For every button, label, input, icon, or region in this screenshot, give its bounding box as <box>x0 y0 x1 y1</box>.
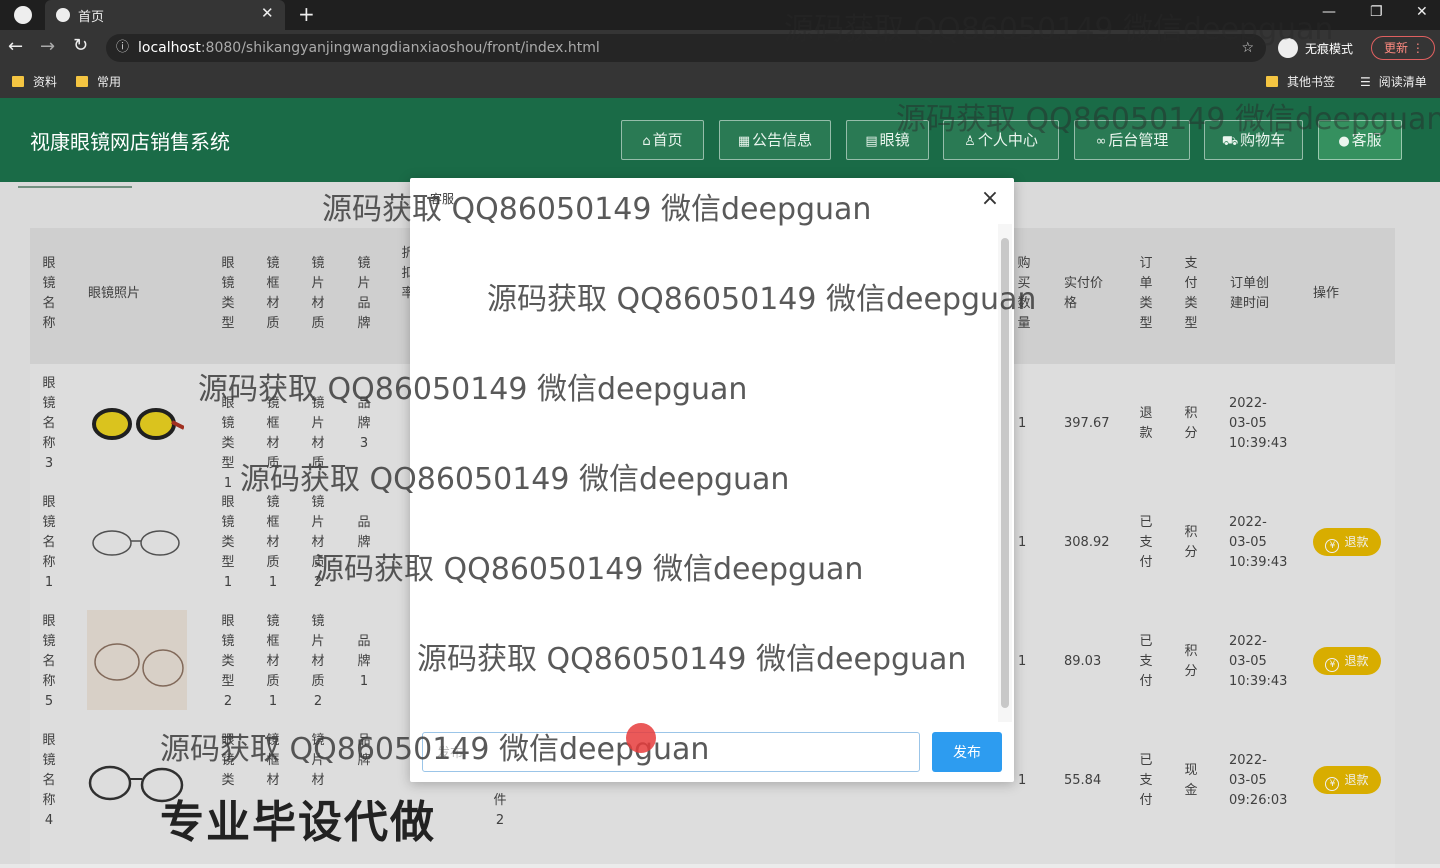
watermark-big-text: 专业毕设代做 <box>160 797 436 848</box>
apps-icon: ▤ <box>865 134 878 149</box>
watermark-text: 源码获取 QQ86050149 微信deepguan <box>896 102 1440 137</box>
other-bookmarks-label: 其他书签 <box>1287 75 1336 89</box>
back-icon[interactable]: ← <box>8 36 23 57</box>
site-info-icon[interactable]: ⓘ <box>116 34 129 62</box>
restore-icon[interactable]: ❐ <box>1370 4 1383 20</box>
reload-icon[interactable]: ↻ <box>73 35 88 56</box>
folder-icon <box>12 76 24 87</box>
watermark-text: 源码获取 QQ86050149 微信deepguan <box>314 552 864 587</box>
url-path: :8080/shikangyanjingwangdianxiaoshou/fro… <box>200 40 600 56</box>
mouse-cursor-indicator <box>626 723 656 753</box>
home-icon: ⌂ <box>642 134 651 149</box>
window-close-icon[interactable]: ✕ <box>1416 4 1428 20</box>
browser-tab[interactable]: 首页 ✕ <box>45 0 285 30</box>
browser-menu-icon[interactable] <box>14 6 32 24</box>
close-icon[interactable]: × <box>978 188 1002 212</box>
bookmark-label: 常用 <box>97 75 122 89</box>
watermark-text: 源码获取 QQ86050149 微信deepguan <box>322 192 872 227</box>
site-title: 视康眼镜网店销售系统 <box>30 130 230 154</box>
nav-home[interactable]: ⌂ 首页 <box>621 120 704 160</box>
folder-icon <box>76 76 88 87</box>
update-button[interactable]: 更新 ⋮ <box>1371 36 1435 60</box>
send-button[interactable]: 发布 <box>932 732 1002 772</box>
tab-close-icon[interactable]: ✕ <box>261 4 274 22</box>
watermark-text: 源码获取 QQ86050149 微信deepguan <box>487 282 1037 317</box>
forward-icon[interactable]: → <box>40 36 55 57</box>
reading-list-label: 阅读清单 <box>1378 75 1427 89</box>
update-label: 更新 <box>1384 41 1409 55</box>
url-host: localhost <box>138 40 201 56</box>
other-bookmarks[interactable]: 其他书签 <box>1266 74 1335 90</box>
nav-notice[interactable]: ▦ 公告信息 <box>719 120 831 160</box>
reading-list[interactable]: ☰ 阅读清单 <box>1360 74 1427 90</box>
bookmark-label: 资料 <box>33 75 58 89</box>
watermark-text: 源码获取 QQ86050149 微信deepguan <box>417 642 967 677</box>
new-tab-icon[interactable]: + <box>298 2 315 26</box>
folder-icon <box>1266 76 1278 87</box>
nav-label: 首页 <box>652 131 683 149</box>
grid-icon: ▦ <box>737 134 751 149</box>
reading-list-icon: ☰ <box>1360 75 1371 89</box>
tab-favicon-icon <box>56 8 70 22</box>
bookmark-folder[interactable]: 资料 <box>12 74 57 90</box>
bookmark-folder[interactable]: 常用 <box>76 74 121 90</box>
watermark-text: 源码获取 QQ86050149 微信deepguan <box>198 372 748 407</box>
watermark-text: 源码获取 QQ86050149 微信deepguan <box>784 12 1334 47</box>
tab-title: 首页 <box>78 10 105 25</box>
watermark-text: 源码获取 QQ86050149 微信deepguan <box>240 462 790 497</box>
nav-label: 公告信息 <box>752 131 813 149</box>
